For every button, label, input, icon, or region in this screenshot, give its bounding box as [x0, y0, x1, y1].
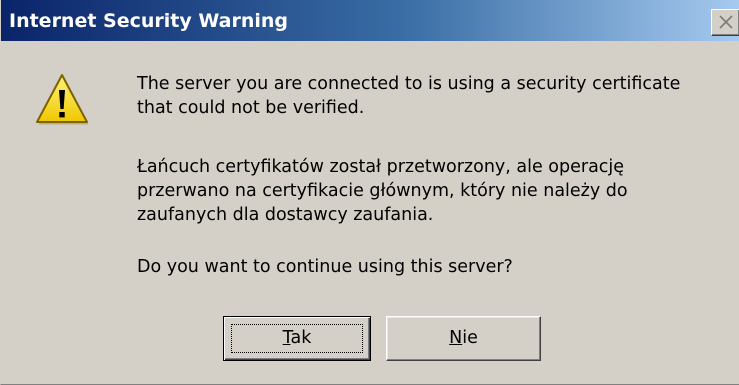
message-line: zaufanych dla dostawcy zaufania.: [137, 205, 434, 225]
message-line: The server you are connected to is using…: [137, 74, 681, 94]
warning-icon: [36, 74, 89, 125]
message-line: przerwano na certyfikacie głównym, który…: [137, 181, 628, 201]
message-question: Do you want to continue using this serve…: [137, 255, 513, 279]
message-line: Łańcuch certyfikatów został przetworzony…: [137, 157, 625, 177]
yes-button[interactable]: Tak: [223, 316, 371, 361]
message-line: Do you want to continue using this serve…: [137, 257, 513, 277]
message-certificate-warning: The server you are connected to is using…: [137, 72, 680, 120]
message-line: that could not be verified.: [137, 98, 365, 118]
window-title: Internet Security Warning: [9, 10, 289, 32]
close-icon: [719, 15, 733, 29]
security-warning-dialog: Internet Security Warning The server you…: [0, 0, 739, 385]
focus-ring: [231, 324, 363, 353]
title-bar[interactable]: Internet Security Warning: [1, 0, 739, 41]
no-button-label: Nie: [449, 328, 478, 348]
close-button[interactable]: [711, 9, 739, 36]
no-button-accelerator: N: [449, 328, 463, 348]
no-button[interactable]: Nie: [386, 316, 541, 361]
message-certificate-chain-detail: Łańcuch certyfikatów został przetworzony…: [137, 155, 628, 227]
no-button-label-rest: ie: [462, 328, 478, 348]
